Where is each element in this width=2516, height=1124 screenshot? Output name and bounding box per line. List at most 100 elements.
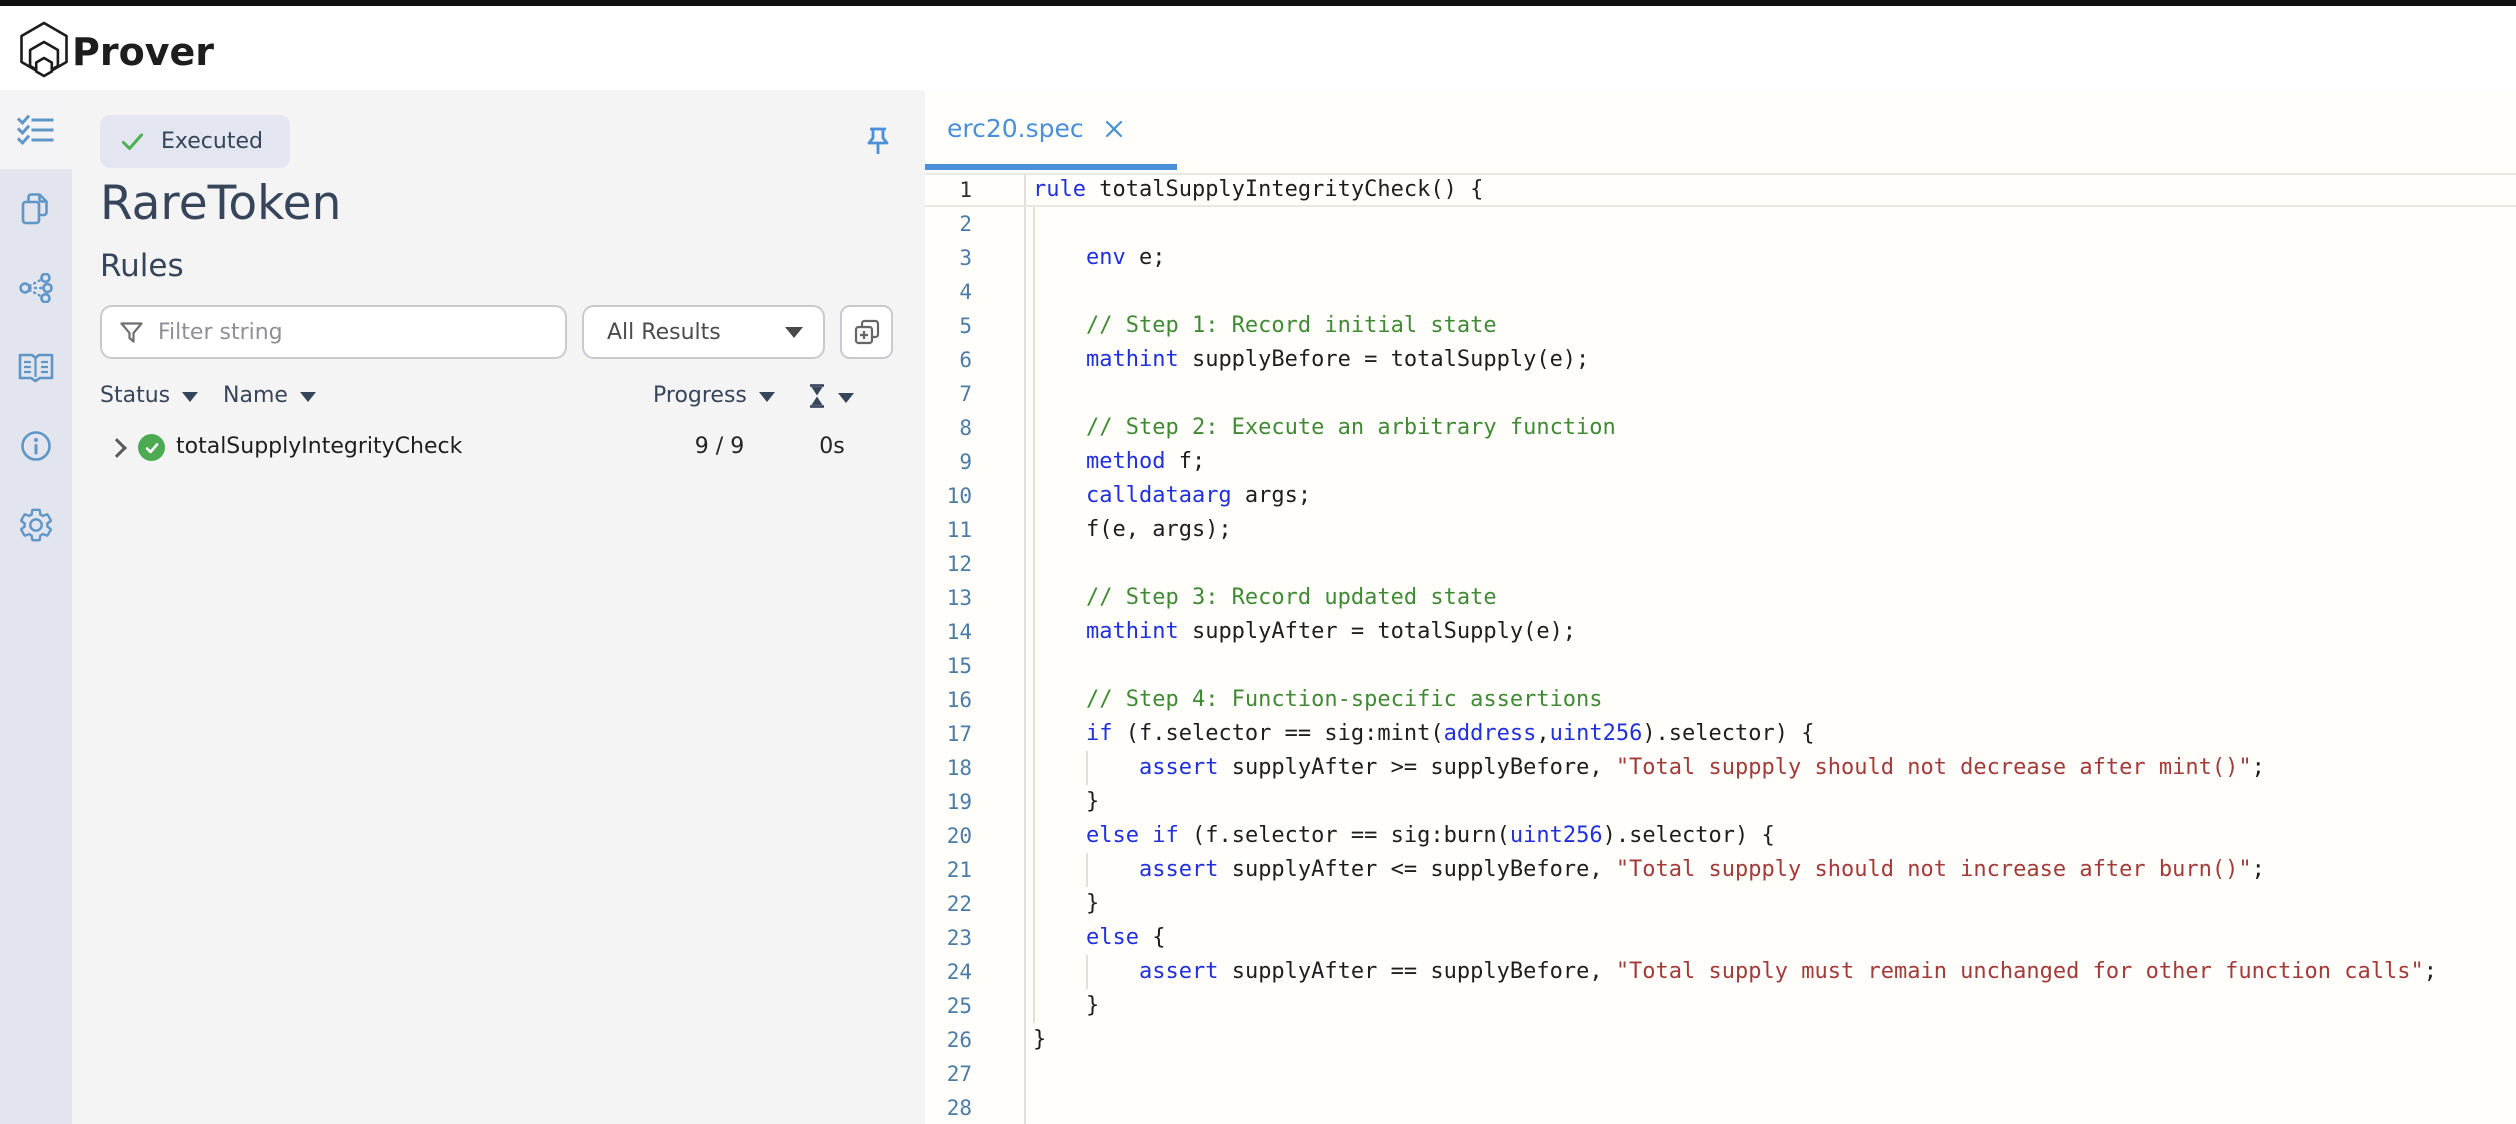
duplicate-tab-button[interactable] [840,305,893,359]
line-number: 3 [925,241,972,275]
code-area[interactable]: 1rule totalSupplyIntegrityCheck() {23 en… [925,173,2516,1124]
line-number: 7 [925,377,972,411]
code-line: 23 else { [925,921,2516,955]
code-line: 17 if (f.selector == sig:mint(address,ui… [925,717,2516,751]
code-line: 9 method f; [925,445,2516,479]
copy-plus-icon [852,317,882,347]
line-number: 24 [925,955,972,989]
indent-guide [1086,955,1088,989]
rule-progress: 9 / 9 [662,434,777,459]
line-number: 25 [925,989,972,1023]
column-header-status[interactable]: Status [100,383,198,408]
rule-status-icon [138,434,165,461]
sort-caret-icon [838,393,854,403]
rail-item-rules[interactable] [0,90,72,169]
indent-guide [1086,751,1088,785]
code-line: 19 } [925,785,2516,819]
rules-table-header: Status Name Progress [72,383,925,415]
app-header: Prover [0,6,2516,90]
line-number: 18 [925,751,972,785]
line-number: 21 [925,853,972,887]
status-badge-label: Executed [161,129,263,154]
line-number: 5 [925,309,972,343]
code-line: 3 env e; [925,241,2516,275]
code-line: 18 assert supplyAfter >= supplyBefore, "… [925,751,2516,785]
line-number: 8 [925,411,972,445]
code-line: 1rule totalSupplyIntegrityCheck() { [925,173,2516,207]
rule-row[interactable]: totalSupplyIntegrityCheck 9 / 9 0s [72,431,925,469]
code-line: 21 assert supplyAfter <= supplyBefore, "… [925,853,2516,887]
rule-duration: 0s [802,434,862,459]
line-number: 20 [925,819,972,853]
code-line: 28 [925,1091,2516,1124]
results-filter-value: All Results [607,320,785,345]
sort-caret-icon [182,392,198,402]
code-line: 4 [925,275,2516,309]
rule-name: totalSupplyIntegrityCheck [176,434,462,459]
line-number: 13 [925,581,972,615]
book-icon [17,351,55,383]
indent-guide [1033,207,1035,1023]
line-number: 19 [925,785,972,819]
pin-panel-button[interactable] [858,124,898,164]
page-title: RareToken [100,176,341,231]
code-line: 5 // Step 1: Record initial state [925,309,2516,343]
rail-item-files[interactable] [0,169,72,248]
code-line: 27 [925,1057,2516,1091]
filter-input[interactable] [158,320,549,345]
column-header-name[interactable]: Name [223,383,316,408]
active-tab-indicator [925,164,1177,170]
line-number: 17 [925,717,972,751]
results-filter-dropdown[interactable]: All Results [582,305,825,359]
line-number: 12 [925,547,972,581]
hourglass-icon [808,383,826,409]
code-line: 8 // Step 2: Execute an arbitrary functi… [925,411,2516,445]
line-number: 11 [925,513,972,547]
line-number: 23 [925,921,972,955]
checklist-icon [17,114,55,146]
gear-icon [17,506,55,544]
rules-panel: Executed RareToken Rules All Results [72,90,925,1124]
line-number: 9 [925,445,972,479]
app-window: Prover [0,0,2516,1124]
tab-erc20-spec[interactable]: erc20.spec [947,114,1124,143]
code-line: 2 [925,207,2516,241]
column-header-progress[interactable]: Progress [653,383,775,408]
funnel-icon [118,319,145,346]
chevron-down-icon [785,327,803,338]
rail-item-graph[interactable] [0,248,72,327]
indent-guide [1086,853,1088,887]
code-line: 15 [925,649,2516,683]
line-number: 22 [925,887,972,921]
line-number: 26 [925,1023,972,1057]
code-line: 24 assert supplyAfter == supplyBefore, "… [925,955,2516,989]
code-lines: 1rule totalSupplyIntegrityCheck() {23 en… [925,173,2516,1124]
code-line: 6 mathint supplyBefore = totalSupply(e); [925,343,2516,377]
rail-item-settings[interactable] [0,485,72,564]
expand-chevron-icon[interactable] [110,440,124,455]
rail-item-docs[interactable] [0,327,72,406]
status-badge: Executed [100,115,290,168]
code-line: 13 // Step 3: Record updated state [925,581,2516,615]
line-number: 6 [925,343,972,377]
rail-item-info[interactable] [0,406,72,485]
sort-caret-icon [300,392,316,402]
close-icon[interactable] [1104,119,1124,139]
line-number: 14 [925,615,972,649]
check-icon [119,128,146,155]
filter-input-wrapper [100,305,567,359]
code-line: 14 mathint supplyAfter = totalSupply(e); [925,615,2516,649]
code-line: 11 f(e, args); [925,513,2516,547]
line-number: 1 [925,175,972,205]
line-number: 16 [925,683,972,717]
line-number: 27 [925,1057,972,1091]
code-line: 10 calldataarg args; [925,479,2516,513]
code-line: 26} [925,1023,2516,1057]
icon-rail [0,90,72,1124]
share-icon [19,273,53,303]
column-header-duration[interactable] [808,383,854,409]
line-number: 28 [925,1091,972,1124]
spec-editor: erc20.spec 1rule totalSupplyIntegrityChe… [925,90,2516,1124]
copy-icon [19,191,53,227]
code-line: 7 [925,377,2516,411]
